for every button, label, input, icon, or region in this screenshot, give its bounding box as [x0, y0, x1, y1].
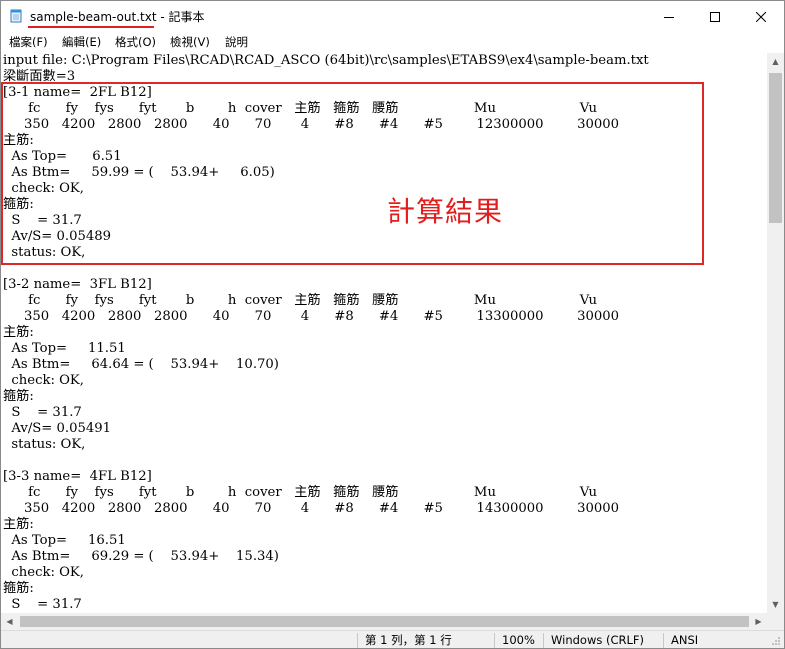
scroll-right-icon[interactable]: ▶	[750, 613, 767, 630]
scroll-left-icon[interactable]: ◀	[1, 613, 18, 630]
vertical-scrollbar[interactable]: ▲ ▼	[767, 53, 784, 613]
status-bar: 第 1 列，第 1 行 100% Windows (CRLF) ANSI	[1, 630, 784, 648]
encoding: ANSI	[671, 633, 699, 647]
resize-grip-icon[interactable]	[771, 636, 781, 646]
title-bar[interactable]: sample-beam-out.txt - 記事本	[1, 1, 784, 32]
scroll-up-icon[interactable]: ▲	[767, 53, 784, 70]
menu-view[interactable]: 檢視(V)	[170, 34, 210, 50]
text-line: As Btm= 64.64 = ( 53.94+ 10.70)	[3, 357, 279, 372]
text-line: As Top= 11.51	[3, 341, 126, 356]
text-line: S = 31.7	[3, 597, 82, 612]
menu-edit[interactable]: 編輯(E)	[62, 34, 101, 50]
text-line: As Top= 16.51	[3, 533, 126, 548]
text-line: S = 31.7	[3, 405, 82, 420]
filename-underline-annotation	[28, 26, 154, 28]
maximize-button[interactable]	[692, 1, 738, 32]
title-filename: sample-beam-out.txt	[30, 10, 157, 24]
line-ending: Windows (CRLF)	[551, 633, 645, 647]
minimize-icon	[664, 16, 674, 18]
text-line: [3-3 name= 4FL B12]	[3, 469, 152, 484]
text-line: 主筋:	[3, 517, 34, 532]
horizontal-scrollbar[interactable]: ◀ ▶	[1, 613, 767, 630]
zoom-level: 100%	[502, 633, 535, 647]
status-divider	[543, 633, 544, 648]
result-highlight-box	[1, 82, 704, 265]
text-line: check: OK,	[3, 565, 84, 580]
close-button[interactable]	[738, 1, 784, 32]
text-line: input file: C:\Program Files\RCAD\RCAD_A…	[3, 53, 649, 68]
window-title: sample-beam-out.txt - 記事本	[30, 8, 205, 25]
text-line: fc fy fys fyt b h cover 主筋 箍筋 腰筋 Mu Vu	[3, 485, 597, 500]
text-line: status: OK,	[3, 437, 86, 452]
horizontal-scroll-thumb[interactable]	[20, 616, 749, 627]
vertical-scroll-thumb[interactable]	[769, 73, 782, 223]
text-line: 350 4200 2800 2800 40 70 4 #8 #4 #5 1430…	[3, 501, 620, 516]
text-line: 箍筋:	[3, 389, 34, 404]
status-divider	[357, 633, 358, 648]
cursor-position: 第 1 列，第 1 行	[365, 633, 452, 647]
text-line: [3-2 name= 3FL B12]	[3, 277, 152, 292]
status-divider	[494, 633, 495, 648]
text-line: Av/S= 0.05491	[3, 421, 112, 436]
text-line: 主筋:	[3, 325, 34, 340]
notepad-window: sample-beam-out.txt - 記事本 檔案(F) 編輯(E) 格式…	[0, 0, 785, 649]
maximize-icon	[710, 11, 720, 22]
minimize-button[interactable]	[646, 1, 692, 32]
text-line: check: OK,	[3, 373, 84, 388]
scrollbar-corner	[767, 613, 784, 630]
title-suffix: - 記事本	[156, 10, 205, 24]
notepad-icon	[10, 9, 22, 23]
text-line: 350 4200 2800 2800 40 70 4 #8 #4 #5 1330…	[3, 309, 620, 324]
text-line: As Btm= 69.29 = ( 53.94+ 15.34)	[3, 549, 279, 564]
menu-file[interactable]: 檔案(F)	[9, 34, 48, 50]
status-divider	[663, 633, 664, 648]
menu-bar: 檔案(F) 編輯(E) 格式(O) 檢視(V) 說明	[1, 32, 784, 52]
scroll-down-icon[interactable]: ▼	[767, 596, 784, 613]
menu-help[interactable]: 說明	[225, 34, 248, 50]
text-line: 箍筋:	[3, 581, 34, 596]
text-line: fc fy fys fyt b h cover 主筋 箍筋 腰筋 Mu Vu	[3, 293, 597, 308]
close-icon	[756, 11, 766, 22]
result-annotation: 計算結果	[387, 195, 504, 228]
menu-format[interactable]: 格式(O)	[115, 34, 156, 50]
